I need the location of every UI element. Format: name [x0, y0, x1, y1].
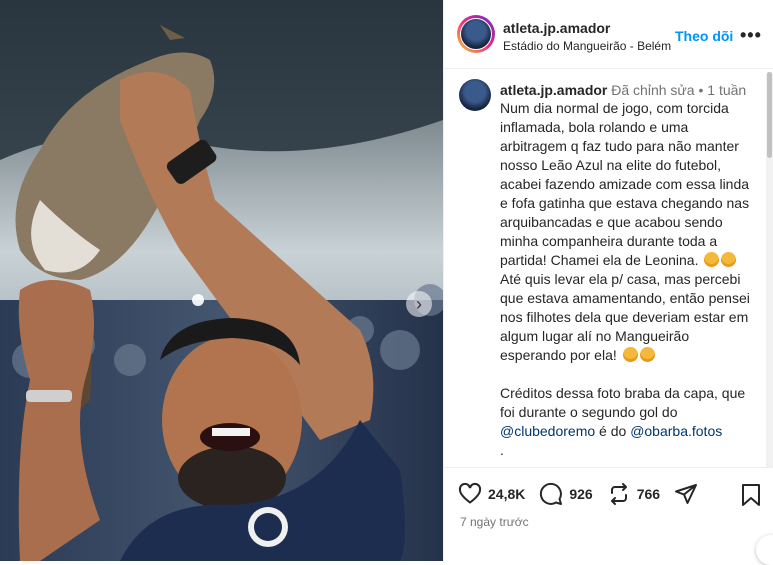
- mention-clubedoremo[interactable]: @clubedoremo: [500, 423, 595, 439]
- avatar: [460, 18, 492, 50]
- story-ring[interactable]: [457, 15, 495, 53]
- caption-connector: é do: [599, 423, 627, 439]
- caption-dot: .: [500, 442, 504, 458]
- mention-obarba[interactable]: @obarba.fotos: [630, 423, 722, 439]
- caption-section: atleta.jp.amador Đã chỉnh sửa • 1 tuần N…: [444, 69, 766, 467]
- like-button[interactable]: 24,8K: [458, 482, 525, 506]
- caption-paragraph-1: Num dia normal de jogo, com torcida infl…: [500, 100, 753, 268]
- divider: [444, 467, 773, 468]
- chevron-right-icon: ›: [416, 294, 422, 314]
- sad-emoji-icon: [622, 347, 638, 362]
- action-bar: 24,8K 926 766: [458, 480, 718, 508]
- comment-icon: [540, 482, 563, 505]
- photo-illustration: [0, 0, 443, 561]
- comment-button[interactable]: 926: [539, 482, 593, 506]
- caption-paragraph-3: Créditos dessa foto braba da capa, que f…: [500, 385, 750, 420]
- dot-separator: •: [698, 82, 708, 98]
- smiling-hearts-emoji-icon: [704, 252, 720, 267]
- bookmark-icon: [742, 484, 760, 506]
- comment-count: 926: [569, 486, 593, 502]
- repost-count: 766: [636, 486, 661, 502]
- repost-button[interactable]: 766: [607, 482, 660, 506]
- more-options-button[interactable]: •••: [740, 25, 762, 46]
- caption-header: atleta.jp.amador Đã chỉnh sửa • 1 tuần: [500, 82, 746, 98]
- header-username[interactable]: atleta.jp.amador: [503, 20, 610, 36]
- caption-scrollbar[interactable]: [766, 72, 773, 467]
- caption-avatar[interactable]: [459, 79, 491, 111]
- post-side-panel: atleta.jp.amador Estádio do Mangueirão -…: [443, 0, 773, 565]
- next-photo-button[interactable]: ›: [406, 291, 432, 317]
- header-location[interactable]: Estádio do Mangueirão - Belém: [503, 39, 671, 53]
- caption-username[interactable]: atleta.jp.amador: [500, 82, 607, 98]
- share-icon: [675, 484, 698, 504]
- grinning-sweat-emoji-icon: [721, 252, 737, 267]
- share-button[interactable]: [674, 482, 704, 506]
- caption-text: Num dia normal de jogo, com torcida infl…: [500, 99, 754, 467]
- smiling-hearts-emoji-icon: [639, 347, 655, 362]
- scrollbar-thumb[interactable]: [767, 72, 772, 158]
- follow-button[interactable]: Theo dõi: [675, 28, 733, 44]
- like-count: 24,8K: [488, 486, 526, 502]
- post-header: atleta.jp.amador Estádio do Mangueirão -…: [444, 0, 773, 69]
- post-photo[interactable]: ›: [0, 0, 443, 561]
- save-button[interactable]: [740, 483, 762, 512]
- repost-icon: [610, 483, 627, 505]
- post-timestamp[interactable]: 7 ngày trước: [460, 515, 529, 529]
- edited-label: Đã chỉnh sửa: [611, 82, 695, 98]
- caption-age: 1 tuần: [707, 82, 747, 98]
- heart-icon: [458, 482, 482, 504]
